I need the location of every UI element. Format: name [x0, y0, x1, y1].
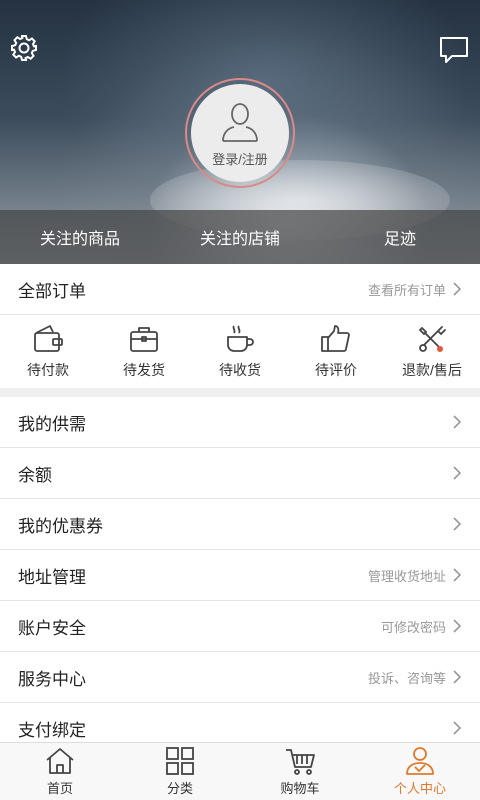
followed-products-link[interactable]: 关注的商品: [0, 225, 160, 249]
cart-icon: [286, 749, 315, 775]
menu-item-address[interactable]: 地址管理 管理收货地址: [0, 550, 480, 601]
menu-item-balance[interactable]: 余额: [0, 448, 480, 499]
briefcase-icon: [130, 327, 158, 352]
menu-item-label: 地址管理: [18, 567, 86, 587]
user-silhouette-icon: [222, 102, 258, 142]
grid-icon: [166, 747, 194, 775]
order-status-bar: 待付款 待发货 待收货 待评价 退款/售后: [0, 315, 480, 388]
follow-stats-bar: 关注的商品 关注的店铺 足迹: [0, 210, 480, 264]
menu-item-hint: 投诉、咨询等: [367, 670, 446, 686]
coffee-cup-icon: [227, 325, 254, 352]
home-icon: [46, 748, 74, 774]
tab-home[interactable]: 首页: [0, 743, 120, 800]
order-status-label: 待评价: [315, 362, 357, 378]
tab-label: 个人中心: [393, 781, 446, 796]
order-status-label: 退款/售后: [402, 362, 462, 378]
menu-item-hint: 可修改密码: [380, 619, 446, 635]
order-status-label: 待发货: [123, 362, 165, 378]
tab-label: 首页: [46, 781, 73, 796]
menu-item-coupons[interactable]: 我的优惠券: [0, 499, 480, 550]
menu-item-label: 账户安全: [18, 618, 86, 638]
order-status-refund-aftersale[interactable]: 退款/售后: [384, 315, 480, 388]
chevron-right-icon: [453, 670, 462, 684]
order-status-pending-receipt[interactable]: 待收货: [192, 315, 288, 388]
footprint-link[interactable]: 足迹: [320, 225, 480, 249]
login-avatar[interactable]: 登录/注册: [185, 78, 295, 188]
tab-cart[interactable]: 购物车: [240, 743, 360, 800]
menu-item-label: 余额: [18, 465, 52, 485]
menu-item-service-center[interactable]: 服务中心 投诉、咨询等: [0, 652, 480, 703]
view-all-orders-link[interactable]: 查看所有订单: [368, 280, 446, 299]
settings-button[interactable]: [6, 30, 42, 66]
chevron-right-icon: [453, 415, 462, 429]
gear-icon: [11, 35, 37, 61]
bottom-tab-bar: 首页 分类 购物车 个人中心: [0, 742, 480, 800]
menu-item-label: 支付绑定: [18, 720, 86, 740]
profile-header: 登录/注册 关注的商品 关注的店铺 足迹: [0, 0, 480, 264]
menu-item-hint: 管理收货地址: [367, 568, 446, 584]
wallet-icon: [34, 325, 63, 352]
messages-button[interactable]: [436, 32, 472, 68]
tab-label: 分类: [166, 781, 193, 796]
chevron-right-icon: [453, 517, 462, 531]
login-register-label: 登录/注册: [212, 151, 268, 167]
chevron-right-icon: [453, 282, 462, 296]
menu-item-account-security[interactable]: 账户安全 可修改密码: [0, 601, 480, 652]
chevron-right-icon: [453, 568, 462, 582]
thumbs-up-icon: [321, 325, 350, 352]
order-status-pending-review[interactable]: 待评价: [288, 315, 384, 388]
chevron-right-icon: [453, 466, 462, 480]
tools-icon: [418, 326, 446, 352]
avatar: 登录/注册: [191, 84, 289, 182]
chevron-right-icon: [453, 721, 462, 735]
menu-item-label: 我的供需: [18, 414, 86, 434]
all-orders-title: 全部订单: [18, 281, 86, 301]
tab-personal-center[interactable]: 个人中心: [360, 743, 480, 800]
menu-item-supply-demand[interactable]: 我的供需: [0, 397, 480, 448]
order-status-pending-payment[interactable]: 待付款: [0, 315, 96, 388]
order-status-label: 待付款: [27, 362, 69, 378]
profile-icon: [406, 747, 434, 775]
followed-stores-link[interactable]: 关注的店铺: [160, 225, 320, 249]
all-orders-row[interactable]: 全部订单 查看所有订单: [0, 264, 480, 315]
chevron-right-icon: [453, 619, 462, 633]
tab-category[interactable]: 分类: [120, 743, 240, 800]
tab-label: 购物车: [280, 781, 320, 796]
menu-item-label: 我的优惠券: [18, 516, 103, 536]
order-status-pending-shipment[interactable]: 待发货: [96, 315, 192, 388]
chat-bubble-icon: [440, 37, 468, 63]
menu-item-label: 服务中心: [18, 669, 86, 689]
order-status-label: 待收货: [219, 362, 261, 378]
account-menu-list: 我的供需 余额 我的优惠券 地址管理 管理收货地址 账户安全 可修改密码 服务中…: [0, 397, 480, 754]
